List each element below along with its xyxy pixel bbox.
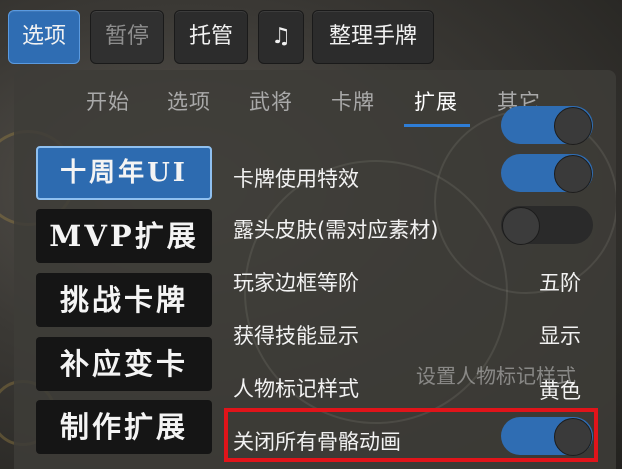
tab-characters[interactable]: 武将 — [249, 86, 293, 116]
previous-setting-toggle[interactable] — [501, 106, 593, 145]
toggle-knob — [554, 155, 592, 193]
category-adaptive-cards[interactable]: 补应变卡 — [36, 337, 212, 391]
music-note-icon: ♫ — [271, 24, 291, 49]
highlight-box — [224, 408, 598, 462]
marker-style-label: 人物标记样式 — [233, 377, 359, 401]
category-ten-year-ui[interactable]: 十周年UI — [36, 146, 212, 200]
pause-button[interactable]: 暂停 — [90, 10, 164, 64]
music-button[interactable]: ♫ — [258, 10, 304, 64]
tab-options[interactable]: 选项 — [167, 86, 211, 116]
autoplay-button[interactable]: 托管 — [174, 10, 248, 64]
card-effect-label: 卡牌使用特效 — [233, 167, 359, 191]
sort-hand-button[interactable]: 整理手牌 — [312, 10, 434, 64]
category-challenge-cards[interactable]: 挑战卡牌 — [36, 273, 212, 327]
skill-display-label: 获得技能显示 — [233, 324, 359, 348]
active-tab-indicator — [404, 124, 470, 127]
category-make-extension[interactable]: 制作扩展 — [36, 400, 212, 454]
skin-label: 露头皮肤(需对应素材) — [233, 218, 439, 242]
skin-toggle[interactable] — [501, 206, 593, 245]
tab-cards[interactable]: 卡牌 — [331, 86, 375, 116]
toggle-knob — [554, 107, 592, 145]
category-mvp-extension[interactable]: MVP扩展 — [36, 209, 212, 263]
toggle-knob — [502, 207, 540, 245]
top-toolbar: 选项 暂停 托管 ♫ 整理手牌 — [0, 0, 622, 70]
options-button[interactable]: 选项 — [8, 10, 80, 64]
player-border-value[interactable]: 五阶 — [539, 267, 581, 297]
skill-display-value[interactable]: 显示 — [539, 320, 581, 350]
tab-extensions[interactable]: 扩展 — [414, 86, 458, 116]
player-border-label: 玩家边框等阶 — [233, 271, 359, 295]
tab-start[interactable]: 开始 — [86, 86, 130, 116]
marker-style-value[interactable]: 黄色 — [539, 375, 581, 405]
card-effect-toggle[interactable] — [501, 154, 593, 193]
